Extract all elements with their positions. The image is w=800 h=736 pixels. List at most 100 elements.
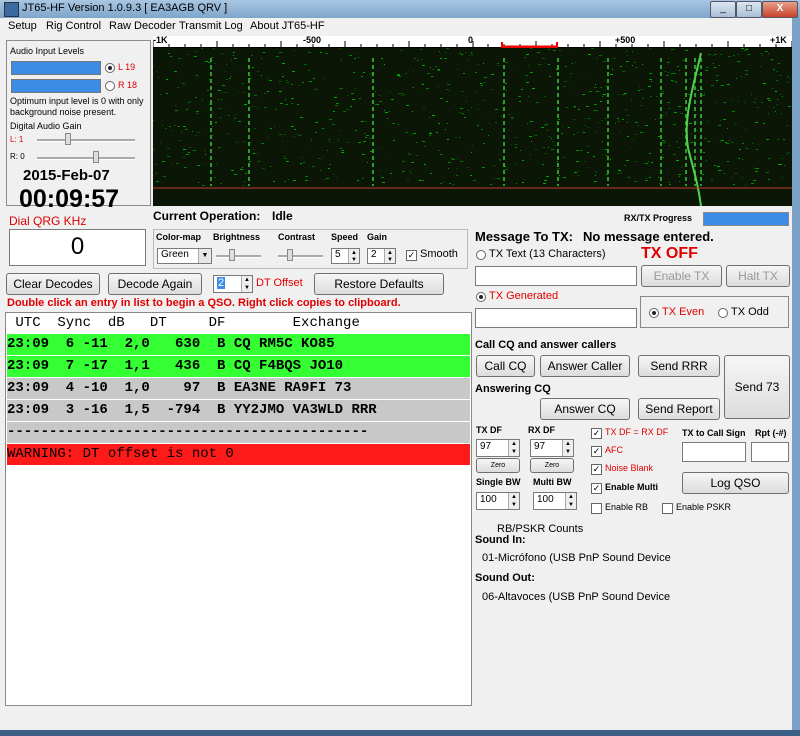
spin-down-icon[interactable]: ▼ [384,256,395,263]
menu-setup[interactable]: Setup [8,20,37,32]
decode-row[interactable]: 23:09 3 -16 1,5 -794 B YY2JMO VA3WLD RRR [7,400,470,421]
decode-again-button[interactable]: Decode Again [108,273,202,295]
spin-down-icon[interactable]: ▼ [348,256,359,263]
minimize-button[interactable]: _ [710,1,736,18]
spin-up-icon[interactable]: ▲ [241,276,252,284]
waterfall-noise [671,73,674,74]
menu-raw-decoder[interactable]: Raw Decoder [109,20,176,32]
waterfall-noise [638,125,639,126]
waterfall-noise [461,91,464,92]
tx-eq-rx-checkbox[interactable]: ✓ [591,428,602,439]
spin-up-icon[interactable]: ▲ [348,249,359,256]
maximize-button[interactable]: □ [736,1,762,18]
tx-generated-field[interactable] [475,308,637,328]
spin-up-icon[interactable]: ▲ [384,249,395,256]
tx-df-zero-button[interactable]: Zero [476,458,520,473]
spin-up-icon[interactable]: ▲ [565,493,576,501]
log-qso-button[interactable]: Log QSO [682,472,789,494]
enable-pskr-checkbox[interactable] [662,503,673,514]
spin-up-icon[interactable]: ▲ [508,440,519,448]
waterfall-noise [299,135,301,136]
answer-caller-button[interactable]: Answer Caller [540,355,630,377]
noise-blank-checkbox[interactable]: ✓ [591,464,602,475]
waterfall-noise [188,152,190,153]
waterfall-noise [446,101,448,102]
waterfall-noise [481,129,483,130]
waterfall-noise [352,99,355,100]
tx-generated-radio[interactable] [476,292,486,302]
restore-defaults-button[interactable]: Restore Defaults [314,273,444,295]
waterfall-noise [402,171,405,172]
spin-up-icon[interactable]: ▲ [508,493,519,501]
waterfall-noise [194,56,197,57]
waterfall-display[interactable] [153,48,792,206]
brightness-slider[interactable] [229,249,235,261]
clear-decodes-button[interactable]: Clear Decodes [6,273,100,295]
answer-cq-button[interactable]: Answer CQ [540,398,630,420]
waterfall-noise [624,165,626,166]
send-73-button[interactable]: Send 73 [724,355,790,419]
waterfall-noise [165,128,167,129]
enable-multi-checkbox[interactable]: ✓ [591,483,602,494]
colormap-select[interactable]: Green ▼ [157,248,212,264]
speed-spinner[interactable]: 5 ▲ ▼ [331,248,360,264]
gain-spinner[interactable]: 2 ▲ ▼ [367,248,396,264]
spin-down-icon[interactable]: ▼ [508,501,519,509]
enable-tx-button[interactable]: Enable TX [641,265,722,287]
menu-rig-control[interactable]: Rig Control [46,20,101,32]
rx-df-spinner[interactable]: 97 ▲ ▼ [530,439,574,457]
waterfall-noise [722,170,723,171]
multi-bw-spinner[interactable]: 100 ▲ ▼ [533,492,577,510]
waterfall-noise [175,110,178,111]
tx-text-radio[interactable] [476,250,486,260]
decode-row[interactable]: 23:09 4 -10 1,0 97 B EA3NE RA9FI 73 [7,378,470,399]
waterfall-noise [768,53,769,54]
waterfall-noise [671,49,674,50]
gain-left-slider[interactable] [65,133,71,145]
waterfall-noise [447,123,448,124]
dial-qrg-field[interactable]: 0 [9,229,146,266]
spin-down-icon[interactable]: ▼ [562,448,573,456]
waterfall-noise [216,163,217,164]
tx-text-input[interactable] [475,266,637,286]
tx-call-sign-input[interactable] [682,442,746,462]
close-button[interactable]: X [762,1,798,18]
report-input[interactable] [751,442,789,462]
afc-checkbox[interactable]: ✓ [591,446,602,457]
call-cq-button[interactable]: Call CQ [476,355,535,377]
contrast-slider[interactable] [287,249,293,261]
waterfall-noise [497,65,499,66]
gain-right-slider[interactable] [93,151,99,163]
menu-about[interactable]: About JT65-HF [250,20,325,32]
spin-down-icon[interactable]: ▼ [565,501,576,509]
waterfall-noise [180,79,181,80]
halt-tx-button[interactable]: Halt TX [726,265,790,287]
waterfall-noise [605,118,606,119]
waterfall-noise [720,141,721,142]
tx-df-spinner[interactable]: 97 ▲ ▼ [476,439,520,457]
send-rrr-button[interactable]: Send RRR [638,355,720,377]
send-report-button[interactable]: Send Report [638,398,720,420]
waterfall-noise [577,132,578,133]
menu-transmit-log[interactable]: Transmit Log [179,20,243,32]
decode-list[interactable]: UTC Sync dB DT DF Exchange 23:09 6 -11 2… [5,312,472,706]
waterfall-noise [782,158,783,159]
decode-row[interactable]: 23:09 7 -17 1,1 436 B CQ F4BQS JO10 [7,356,470,377]
right-channel-radio[interactable] [105,81,115,91]
decode-row[interactable]: 23:09 6 -11 2,0 630 B CQ RM5C KO85 [7,334,470,355]
single-bw-spinner[interactable]: 100 ▲ ▼ [476,492,520,510]
smooth-checkbox[interactable]: ✓ [406,250,417,261]
waterfall-noise [586,106,589,107]
tx-odd-radio[interactable] [718,308,728,318]
spin-down-icon[interactable]: ▼ [508,448,519,456]
rx-df-zero-button[interactable]: Zero [530,458,574,473]
dt-offset-spinner[interactable]: 2 ▲ ▼ [213,275,253,293]
enable-rb-checkbox[interactable] [591,503,602,514]
left-channel-radio[interactable] [105,63,115,73]
message-to-tx-label: Message To TX: [475,229,574,244]
waterfall-noise [437,69,440,70]
spin-down-icon[interactable]: ▼ [241,284,252,292]
waterfall-noise [649,48,652,49]
tx-even-radio[interactable] [649,308,659,318]
spin-up-icon[interactable]: ▲ [562,440,573,448]
